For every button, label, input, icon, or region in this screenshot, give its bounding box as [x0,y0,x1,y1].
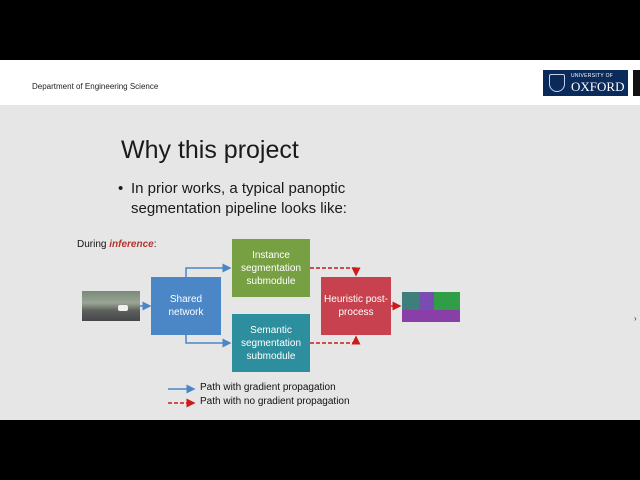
legend-no-gradient-label: Path with no gradient propagation [200,396,350,407]
instance-submodule-box: Instance segmentation submodule [232,239,310,297]
heuristic-postprocess-box: Heuristic post-process [321,277,391,335]
shared-network-box: Shared network [151,277,221,335]
arrow-shared-to-instance [185,263,232,277]
output-panoptic-image [402,292,460,322]
cursor-icon: › [634,314,637,323]
bullet-point: • In prior works, a typical panoptic seg… [118,179,398,219]
input-street-image [82,291,140,321]
oxford-logo: UNIVERSITY OF OXFORD [543,70,628,96]
inference-prefix: During [77,239,110,250]
inference-suffix: : [153,239,157,250]
slide-title: Why this project [121,136,299,164]
arrow-semantic-to-heuristic [310,335,361,345]
department-label: Department of Engineering Science [32,82,159,91]
semantic-submodule-box: Semantic segmentation submodule [232,314,310,372]
logo-university-text: UNIVERSITY OF [571,72,614,79]
inference-label: During inference: [77,239,157,250]
slide-header: Department of Engineering Science UNIVER… [0,60,640,105]
arrow-shared-to-semantic [185,335,232,348]
bullet-dot-icon: • [118,180,124,197]
logo-name-text: OXFORD [571,78,625,94]
bullet-text: In prior works, a typical panoptic segme… [131,180,347,217]
inference-emphasis: inference [109,239,154,250]
crest-icon [549,74,565,92]
arrow-instance-to-heuristic [310,267,361,277]
logo-edge [633,70,640,96]
legend-gradient-label: Path with gradient propagation [200,382,336,393]
slide: Department of Engineering Science UNIVER… [0,60,640,420]
